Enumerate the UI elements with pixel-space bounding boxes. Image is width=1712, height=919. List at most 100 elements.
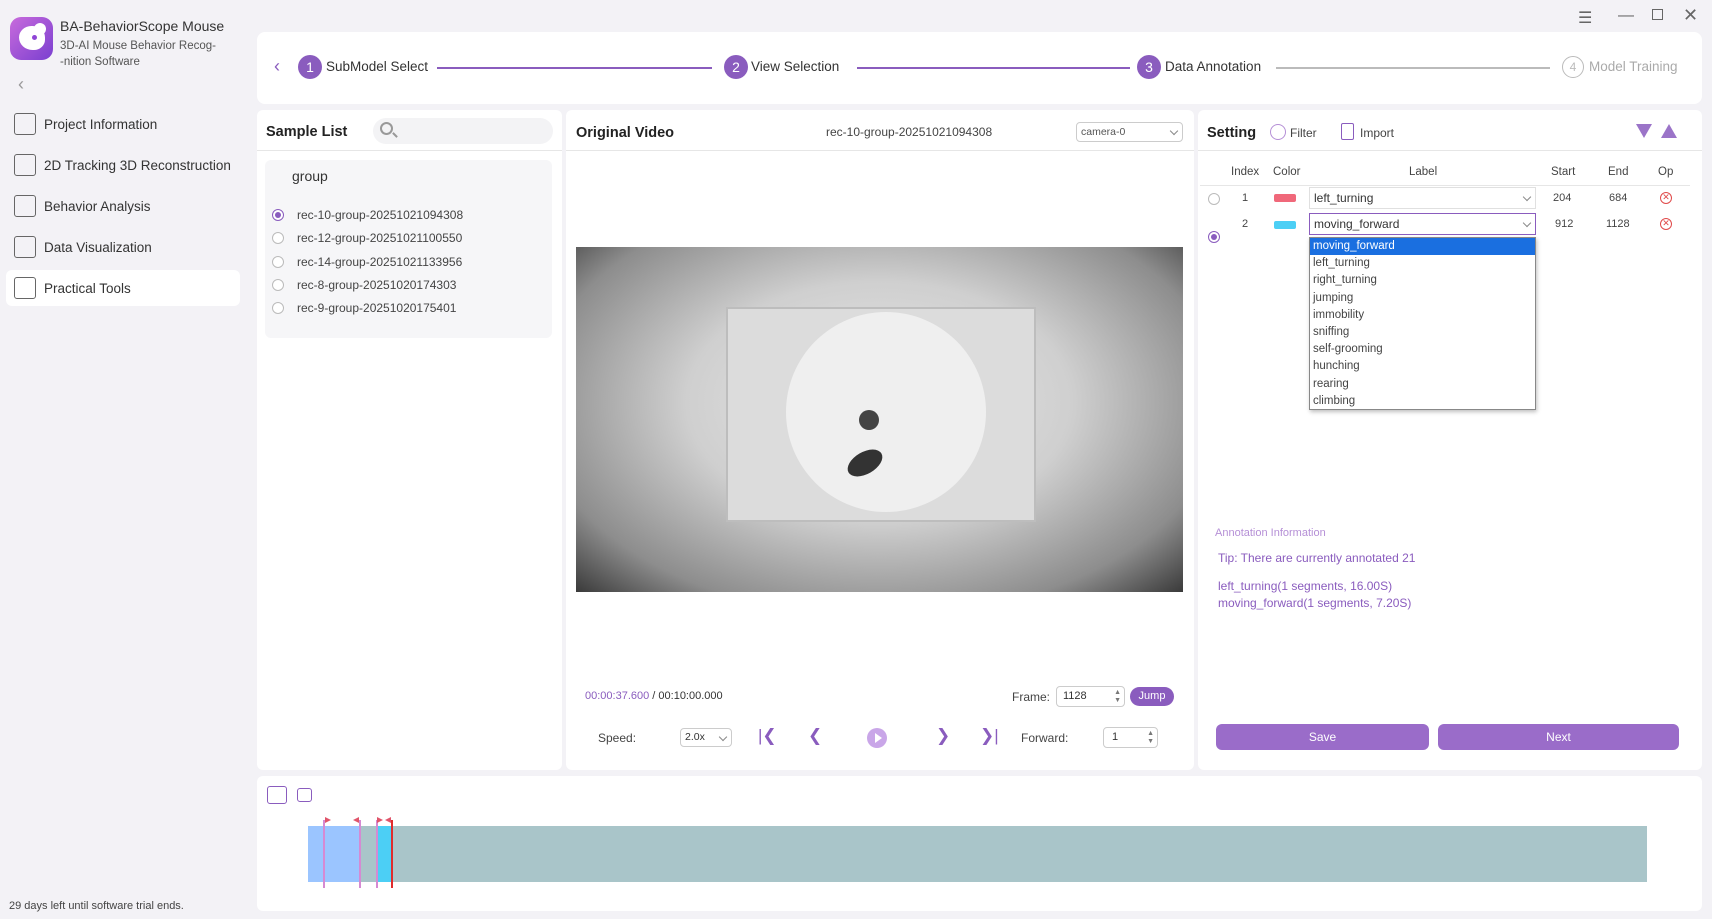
dropdown-option[interactable]: moving_forward [1310, 238, 1535, 256]
sidebar-item-2d-tracking[interactable]: 2D Tracking 3D Reconstruction [6, 147, 240, 183]
flag-icon [353, 817, 359, 823]
timeline-segment-left-turning[interactable] [308, 826, 360, 882]
setting-title: Setting [1207, 125, 1257, 141]
frame-input[interactable]: 1128 ▲ ▼ [1056, 686, 1125, 707]
next-frame-icon[interactable]: ❯ [936, 726, 950, 746]
dropdown-option[interactable]: immobility [1310, 307, 1535, 324]
dropdown-option[interactable]: left_turning [1310, 255, 1535, 272]
first-frame-icon[interactable]: |❮ [758, 726, 777, 746]
analysis-chart-icon [14, 195, 36, 217]
dropdown-option[interactable]: right_turning [1310, 272, 1535, 289]
delete-icon[interactable]: ✕ [1660, 192, 1672, 204]
mouse-head [859, 410, 879, 430]
row-label-select[interactable]: moving_forward [1309, 213, 1536, 235]
col-index: Index [1231, 166, 1260, 178]
row-index: 1 [1242, 192, 1249, 204]
cube-icon [14, 154, 36, 176]
radio[interactable] [272, 279, 284, 291]
group-label: group [292, 168, 328, 184]
timeline-segment-moving-forward[interactable] [376, 826, 391, 882]
step-1-number: 1 [298, 55, 322, 79]
video-title: Original Video [576, 125, 675, 141]
annotation-info-title: Annotation Information [1215, 527, 1326, 539]
forward-input[interactable]: 1 ▲ ▼ [1103, 727, 1158, 748]
import-icon[interactable] [1341, 123, 1354, 140]
sidebar-collapse-icon[interactable]: ‹ [18, 74, 24, 95]
screenshot-icon[interactable] [267, 786, 287, 804]
step-back-icon[interactable]: ‹ [274, 56, 280, 77]
sidebar-item-practical-tools[interactable]: Practical Tools [6, 270, 240, 306]
search-icon [380, 122, 393, 135]
save-button[interactable]: Save [1216, 724, 1429, 750]
label-dropdown[interactable]: moving_forward left_turning right_turnin… [1309, 237, 1536, 410]
jump-button[interactable]: Jump [1130, 687, 1174, 706]
filter-icon[interactable] [1270, 124, 1286, 140]
dropdown-option[interactable]: self-grooming [1310, 341, 1535, 358]
radio[interactable] [272, 232, 284, 244]
sidebar-item-project-information[interactable]: Project Information [6, 106, 240, 142]
sample-item[interactable]: rec-8-group-20251020174303 [272, 275, 456, 295]
radio-selected[interactable] [272, 209, 284, 221]
step-4-number: 4 [1562, 56, 1584, 78]
step-4-label[interactable]: Model Training [1589, 59, 1678, 74]
sample-item[interactable]: rec-14-group-20251021133956 [272, 252, 462, 272]
play-icon[interactable] [867, 728, 887, 748]
delete-icon[interactable]: ✕ [1660, 218, 1672, 230]
sample-search-input[interactable] [373, 118, 553, 144]
segment-marker[interactable] [323, 820, 325, 888]
sample-item[interactable]: rec-12-group-20251021100550 [272, 228, 462, 248]
menu-icon[interactable]: ☰ [1578, 8, 1592, 28]
last-frame-icon[interactable]: ❯| [980, 726, 999, 746]
dropdown-option[interactable]: sniffing [1310, 324, 1535, 341]
sample-item[interactable]: rec-10-group-20251021094308 [272, 205, 463, 225]
spinner-icon[interactable]: ▲ ▼ [1114, 689, 1121, 705]
step-1-label[interactable]: SubModel Select [326, 59, 428, 74]
sample-item[interactable]: rec-9-group-20251020175401 [272, 298, 456, 318]
next-button[interactable]: Next [1438, 724, 1679, 750]
video-frame[interactable] [576, 247, 1183, 592]
app-title: BA-BehaviorScope Mouse [60, 18, 225, 34]
row-radio-selected[interactable] [1208, 231, 1220, 243]
import-button[interactable]: Import [1360, 126, 1394, 140]
unlock-icon[interactable] [297, 788, 312, 802]
close-icon[interactable]: ✕ [1683, 5, 1698, 26]
col-label: Label [1409, 166, 1438, 178]
step-3-label[interactable]: Data Annotation [1165, 59, 1261, 74]
dropdown-option[interactable]: rearing [1310, 376, 1535, 393]
timeline-bar[interactable] [308, 826, 1647, 882]
expand-all-icon[interactable] [1661, 124, 1677, 138]
project-info-icon [14, 113, 36, 135]
step-line-1 [437, 67, 712, 69]
previous-frame-icon[interactable]: ❮ [808, 726, 822, 746]
minimize-icon[interactable]: — [1618, 7, 1634, 25]
playhead-marker[interactable] [391, 820, 393, 888]
radio[interactable] [272, 302, 284, 314]
collapse-all-icon[interactable] [1636, 124, 1652, 138]
row-color-swatch[interactable] [1274, 221, 1296, 229]
step-2-label[interactable]: View Selection [751, 59, 839, 74]
annotation-summary-item: left_turning(1 segments, 16.00S) [1218, 579, 1393, 593]
tools-icon [14, 277, 36, 299]
dropdown-option[interactable]: hunching [1310, 358, 1535, 375]
sidebar-item-behavior-analysis[interactable]: Behavior Analysis [6, 188, 240, 224]
flag-icon [325, 817, 331, 823]
speed-select[interactable]: 2.0x [680, 728, 732, 747]
chevron-down-icon [1522, 218, 1532, 228]
dropdown-option[interactable]: jumping [1310, 290, 1535, 307]
row-label-select[interactable]: left_turning [1309, 187, 1536, 209]
row-radio[interactable] [1208, 193, 1220, 205]
maximize-icon[interactable] [1652, 9, 1663, 20]
segment-marker[interactable] [376, 820, 378, 888]
spinner-icon[interactable]: ▲ ▼ [1147, 730, 1154, 746]
row-start: 204 [1553, 192, 1572, 204]
radio[interactable] [272, 256, 284, 268]
app-logo [10, 17, 53, 60]
dropdown-option[interactable]: climbing [1310, 393, 1535, 410]
row-color-swatch[interactable] [1274, 194, 1296, 202]
segment-marker[interactable] [359, 820, 361, 888]
filter-button[interactable]: Filter [1290, 126, 1317, 140]
camera-select[interactable]: camera-0 [1076, 122, 1183, 142]
sidebar-item-data-visualization[interactable]: Data Visualization [6, 229, 240, 265]
row-end: 1128 [1606, 218, 1630, 230]
row-end: 684 [1609, 192, 1628, 204]
